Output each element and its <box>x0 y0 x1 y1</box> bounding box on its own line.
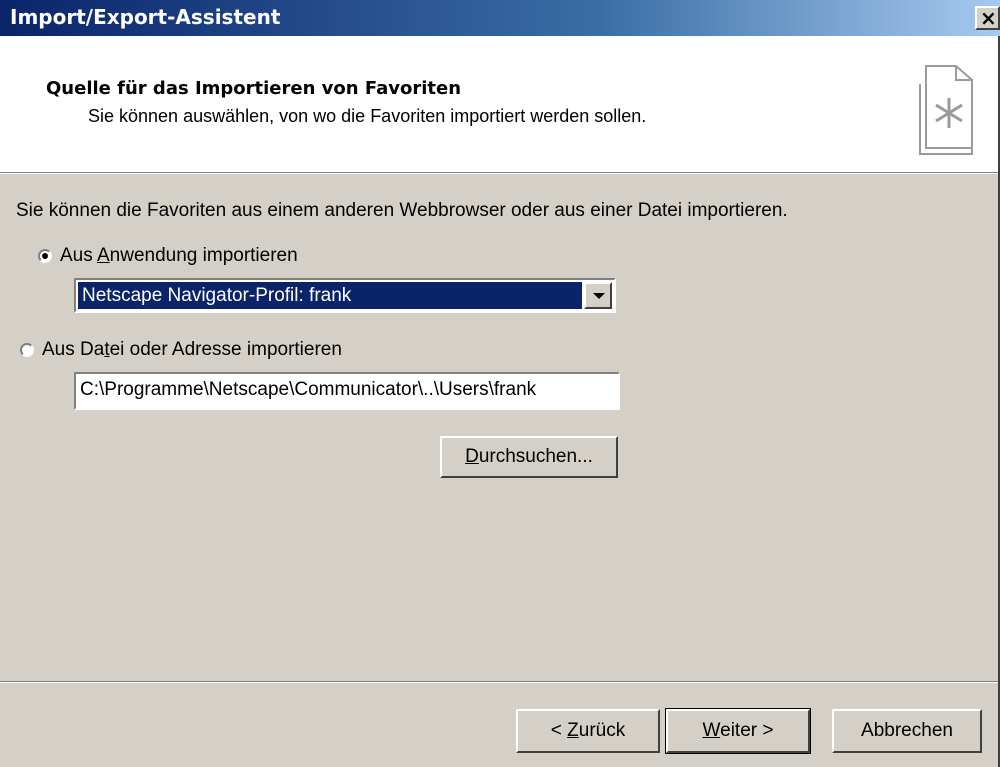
application-select-value: Netscape Navigator-Profil: frank <box>78 282 582 309</box>
radio-selected-dot <box>42 253 48 259</box>
back-button[interactable]: < Zurück <box>516 709 660 753</box>
close-icon: × <box>980 6 997 30</box>
chevron-down-icon <box>593 293 605 299</box>
page-title: Quelle für das Importieren von Favoriten <box>46 78 462 99</box>
radio-from-application-label[interactable]: Aus Anwendung importieren <box>60 245 298 267</box>
dropdown-button[interactable] <box>584 282 612 309</box>
radio-from-file[interactable] <box>20 343 34 357</box>
browse-button[interactable]: Durchsuchen... <box>440 436 618 478</box>
cancel-button[interactable]: Abbrechen <box>832 709 982 753</box>
window-title: Import/Export-Assistent <box>10 5 281 29</box>
file-path-input[interactable]: C:\Programme\Netscape\Communicator\..\Us… <box>74 372 620 410</box>
page-subtitle: Sie können auswählen, von wo die Favorit… <box>88 106 647 126</box>
wizard-page-icon <box>919 65 973 155</box>
next-button[interactable]: Weiter > <box>665 708 811 754</box>
import-export-wizard-window: Import/Export-Assistent × Quelle für das… <box>0 0 1000 767</box>
radio-from-file-label[interactable]: Aus Datei oder Adresse importieren <box>42 339 342 361</box>
title-bar[interactable]: Import/Export-Assistent × <box>0 0 1000 36</box>
application-select[interactable]: Netscape Navigator-Profil: frank <box>74 278 616 313</box>
footer-divider-highlight <box>0 682 1000 683</box>
header-divider-highlight <box>0 173 1000 174</box>
radio-from-application[interactable] <box>38 249 52 263</box>
close-button[interactable]: × <box>975 6 1000 30</box>
wizard-header: Quelle für das Importieren von Favoriten… <box>0 36 1000 172</box>
description-text: Sie können die Favoriten aus einem ander… <box>16 200 788 221</box>
